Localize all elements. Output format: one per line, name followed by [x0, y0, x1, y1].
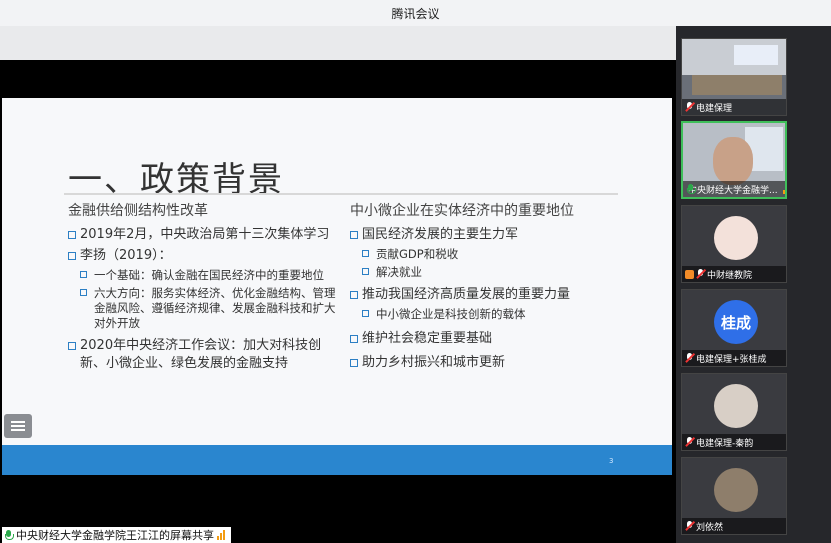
list-item: 国民经济发展的主要生力军 — [350, 226, 630, 244]
menu-line-icon — [11, 429, 25, 431]
mic-muted-icon — [685, 102, 694, 112]
top-band — [0, 26, 676, 60]
participant-label: 电建保理+张桂成 — [682, 350, 786, 366]
heading-rule — [64, 193, 618, 195]
screen-share-label: 中央财经大学金融学院王江江的屏幕共享 — [2, 527, 231, 543]
right-column: 中小微企业在实体经济中的重要地位 国民经济发展的主要生力军 贡献GDP和税收 解… — [350, 200, 630, 372]
share-label-text: 中央财经大学金融学院王江江的屏幕共享 — [16, 529, 214, 542]
checkbox-bullet-icon — [362, 310, 369, 317]
avatar: 桂成 — [714, 300, 758, 344]
mic-muted-icon — [685, 437, 694, 447]
checkbox-bullet-icon — [350, 335, 358, 343]
checkbox-bullet-icon — [80, 271, 87, 278]
sub-list-item: 六大方向：服务实体经济、优化金融结构、管理金融风险、遵循经济规律、发展金融科技和… — [68, 286, 338, 331]
sub-list-item: 中小微企业是科技创新的载体 — [350, 307, 630, 322]
list-item: 2020年中央经济工作会议：加大对科技创新、小微企业、绿色发展的金融支持 — [68, 337, 338, 373]
participant-label: 中央财经大学金融学... — [683, 181, 785, 197]
participant-tile-active[interactable]: 中央财经大学金融学... — [681, 121, 787, 199]
sub-list-item: 一个基础：确认金融在国民经济中的重要地位 — [68, 268, 338, 283]
checkbox-bullet-icon — [350, 359, 358, 367]
list-item: 推动我国经济高质量发展的重要力量 — [350, 286, 630, 304]
sub-list-item: 贡献GDP和税收 — [350, 247, 630, 262]
list-item: 2019年2月，中央政治局第十三次集体学习 — [68, 226, 338, 244]
slide-footer-band — [2, 445, 672, 475]
avatar — [714, 216, 758, 260]
participant-label: 中财继教院 — [682, 266, 786, 282]
mic-on-icon — [4, 529, 14, 541]
slide: 一、政策背景 金融供给侧结构性改革 2019年2月，中央政治局第十三次集体学习 … — [2, 98, 672, 445]
signal-icon — [217, 530, 225, 540]
checkbox-bullet-icon — [362, 268, 369, 275]
signal-icon — [782, 184, 785, 194]
host-icon — [685, 269, 694, 279]
checkbox-bullet-icon — [350, 231, 358, 239]
mic-muted-icon — [685, 521, 694, 531]
menu-line-icon — [11, 421, 25, 423]
list-item: 李扬（2019）： — [68, 247, 338, 265]
menu-line-icon — [11, 425, 25, 427]
participant-label: 电建保理-秦韵 — [682, 434, 786, 450]
menu-toggle-button[interactable] — [4, 414, 32, 438]
avatar — [714, 384, 758, 428]
mic-muted-icon — [696, 269, 705, 279]
left-subtitle: 金融供给侧结构性改革 — [68, 203, 208, 219]
slide-page-number: 3 — [609, 457, 614, 465]
list-item: 助力乡村振兴和城市更新 — [350, 354, 630, 372]
sub-list-item: 解决就业 — [350, 265, 630, 280]
participant-tile[interactable]: 刘依然 — [681, 457, 787, 535]
title-bar: 腾讯会议 — [0, 0, 831, 26]
avatar — [714, 468, 758, 512]
checkbox-bullet-icon — [80, 289, 87, 296]
list-item: 维护社会稳定重要基础 — [350, 330, 630, 348]
checkbox-bullet-icon — [362, 250, 369, 257]
right-subtitle: 中小微企业在实体经济中的重要地位 — [350, 203, 574, 219]
participant-tile[interactable]: 电建保理 — [681, 38, 787, 116]
checkbox-bullet-icon — [68, 231, 76, 239]
participant-tile[interactable]: 桂成 电建保理+张桂成 — [681, 289, 787, 367]
participant-label: 刘依然 — [682, 518, 786, 534]
mic-muted-icon — [685, 353, 694, 363]
participant-tile[interactable]: 中财继教院 — [681, 205, 787, 283]
participant-tile[interactable]: 电建保理-秦韵 — [681, 373, 787, 451]
app-title: 腾讯会议 — [391, 7, 440, 21]
left-column: 金融供给侧结构性改革 2019年2月，中央政治局第十三次集体学习 李扬（2019… — [68, 200, 338, 373]
checkbox-bullet-icon — [68, 252, 76, 260]
checkbox-bullet-icon — [68, 342, 76, 350]
checkbox-bullet-icon — [350, 291, 358, 299]
participant-label: 电建保理 — [682, 99, 786, 115]
